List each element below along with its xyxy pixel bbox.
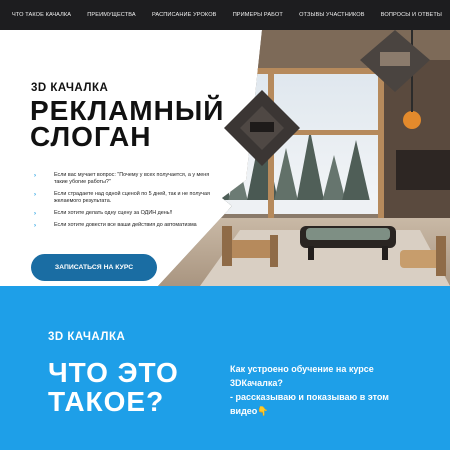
about-text-line-2: 3DКачалка?: [230, 378, 283, 388]
bullet-text: Если вас мучает вопрос: "Почему у всех п…: [54, 172, 210, 185]
chevron-right-icon: ›: [34, 173, 36, 179]
nav-item-advantages[interactable]: ПРЕИМУЩЕСТВА: [87, 12, 135, 18]
list-item: › Если хотите делать одну сцену за ОДИН …: [34, 210, 224, 217]
about-title: ЧТО ЭТО ТАКОЕ?: [48, 358, 179, 416]
hero-brand: 3D КАЧАЛКА: [31, 82, 109, 94]
list-item: › Если хотите довести все ваши действия …: [34, 222, 224, 229]
about-text-line-4: видео👇: [230, 404, 420, 418]
nav-item-examples[interactable]: ПРИМЕРЫ РАБОТ: [233, 12, 283, 18]
list-item: › Если вас мучает вопрос: "Почему у всех…: [34, 172, 224, 186]
about-description: Как устроено обучение на курсе 3DКачалка…: [230, 362, 420, 418]
chevron-right-icon: ›: [34, 192, 36, 198]
nav-item-what-is[interactable]: ЧТО ТАКОЕ КАЧАЛКА: [12, 12, 71, 18]
interior-photo: [158, 30, 450, 286]
about-text-line-3: - рассказываю и показываю в этом: [230, 392, 389, 402]
about-title-line-2: ТАКОЕ?: [48, 386, 165, 417]
chevron-right-icon: ›: [34, 211, 36, 217]
about-text-line-1: Как устроено обучение на курсе: [230, 364, 374, 374]
chevron-right-icon: ›: [34, 223, 36, 229]
bullet-text: Если хотите делать одну сцену за ОДИН де…: [54, 210, 173, 216]
hand-pointing-down-icon: 👇: [257, 406, 269, 416]
about-brand: 3D КАЧАЛКА: [48, 331, 126, 343]
bullet-text: Если хотите довести все ваши действия до…: [54, 222, 197, 228]
nav-item-reviews[interactable]: ОТЗЫВЫ УЧАСТНИКОВ: [299, 12, 364, 18]
nav-item-faq[interactable]: ВОПРОСЫ И ОТВЕТЫ: [381, 12, 442, 18]
list-item: › Если страдаете над одной сценой по 5 д…: [34, 191, 224, 205]
about-section: 3D КАЧАЛКА ЧТО ЭТО ТАКОЕ? Как устроено о…: [0, 286, 450, 450]
nav-item-schedule[interactable]: РАСПИСАНИЕ УРОКОВ: [152, 12, 217, 18]
hero-section: 3D КАЧАЛКА РЕКЛАМНЫЙ СЛОГАН › Если вас м…: [0, 30, 450, 286]
about-title-line-1: ЧТО ЭТО: [48, 357, 179, 388]
bullet-list: › Если вас мучает вопрос: "Почему у всех…: [34, 172, 224, 234]
about-text-video: видео: [230, 406, 258, 416]
enroll-button[interactable]: ЗАПИСАТЬСЯ НА КУРС: [31, 254, 157, 281]
slogan-line-2: СЛОГАН: [30, 121, 152, 152]
hero-slogan: РЕКЛАМНЫЙ СЛОГАН: [30, 97, 224, 152]
bullet-text: Если страдаете над одной сценой по 5 дне…: [54, 191, 210, 204]
top-navigation: ЧТО ТАКОЕ КАЧАЛКА ПРЕИМУЩЕСТВА РАСПИСАНИ…: [0, 0, 450, 30]
